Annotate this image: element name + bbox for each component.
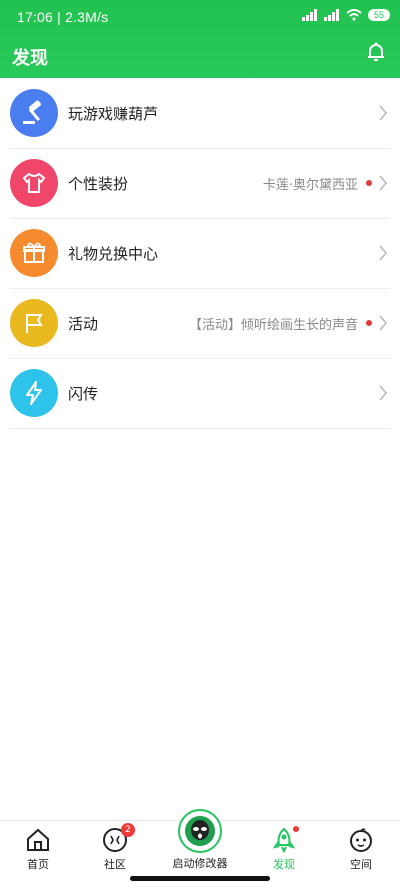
page-title: 发现 bbox=[12, 48, 48, 69]
community-icon: 2 bbox=[102, 823, 135, 853]
flag-icon bbox=[10, 299, 58, 347]
list-item-flash-transfer[interactable]: 闪传 bbox=[10, 358, 390, 429]
nav-label: 首页 bbox=[27, 858, 49, 871]
nav-label: 社区 bbox=[104, 858, 126, 871]
bell-icon[interactable] bbox=[364, 40, 388, 64]
nav-space[interactable]: 空间 bbox=[331, 827, 391, 872]
chevron-right-icon bbox=[379, 385, 388, 401]
list-item-label: 活动 bbox=[68, 315, 99, 333]
chevron-right-icon bbox=[379, 175, 388, 191]
status-time: 17:06 | 2.3M/s bbox=[17, 9, 109, 25]
community-badge: 2 bbox=[121, 823, 135, 837]
list-item-label: 玩游戏赚葫芦 bbox=[68, 105, 159, 123]
list-item-label: 闪传 bbox=[68, 385, 99, 403]
nav-community[interactable]: 2 社区 bbox=[85, 823, 145, 872]
chevron-right-icon bbox=[379, 315, 388, 331]
tshirt-icon bbox=[10, 159, 58, 207]
list-item-personal-dress[interactable]: 个性装扮 卡莲·奥尔黛西亚 bbox=[10, 148, 390, 219]
unread-dot bbox=[366, 180, 372, 186]
nav-discover[interactable]: 发现 bbox=[254, 826, 314, 872]
list-item-meta: 卡莲·奥尔黛西亚 bbox=[262, 178, 358, 193]
home-icon bbox=[25, 827, 51, 853]
wifi-icon bbox=[346, 9, 362, 21]
discover-dot bbox=[293, 826, 299, 832]
home-indicator[interactable] bbox=[130, 876, 270, 881]
list-item-gift-center[interactable]: 礼物兑换中心 bbox=[10, 218, 390, 289]
nav-label: 空间 bbox=[350, 858, 372, 871]
list-item-label: 个性装扮 bbox=[68, 175, 129, 193]
unread-dot bbox=[366, 320, 372, 326]
list-item-play-games[interactable]: 玩游戏赚葫芦 bbox=[10, 78, 390, 149]
status-icons: 55 bbox=[301, 9, 390, 21]
gavel-icon bbox=[10, 89, 58, 137]
app-header: 17:06 | 2.3M/s 55 发现 bbox=[0, 0, 400, 78]
status-bar: 17:06 | 2.3M/s 55 bbox=[0, 0, 400, 34]
signal-icon-2 bbox=[323, 9, 339, 21]
gift-icon bbox=[10, 229, 58, 277]
title-bar: 发现 bbox=[0, 38, 400, 78]
lightning-icon bbox=[10, 369, 58, 417]
rocket-icon bbox=[271, 826, 299, 854]
launcher-button[interactable] bbox=[178, 809, 222, 853]
list-item-meta: 【活动】倾听绘画生长的声音 bbox=[188, 318, 358, 333]
discover-list: 玩游戏赚葫芦 个性装扮 卡莲·奥尔黛西亚 礼物兑换中心 活动 【活动】倾听绘画生… bbox=[0, 78, 400, 820]
alien-icon bbox=[185, 816, 215, 846]
face-icon bbox=[348, 827, 374, 853]
chevron-right-icon bbox=[379, 245, 388, 261]
signal-icon bbox=[301, 9, 317, 21]
list-item-activity[interactable]: 活动 【活动】倾听绘画生长的声音 bbox=[10, 288, 390, 359]
nav-home[interactable]: 首页 bbox=[8, 827, 68, 872]
battery-indicator: 55 bbox=[367, 9, 390, 21]
list-item-label: 礼物兑换中心 bbox=[68, 245, 159, 263]
launcher-label: 启动修改器 bbox=[172, 857, 228, 870]
chevron-right-icon bbox=[379, 105, 388, 121]
nav-label: 发现 bbox=[273, 858, 295, 871]
